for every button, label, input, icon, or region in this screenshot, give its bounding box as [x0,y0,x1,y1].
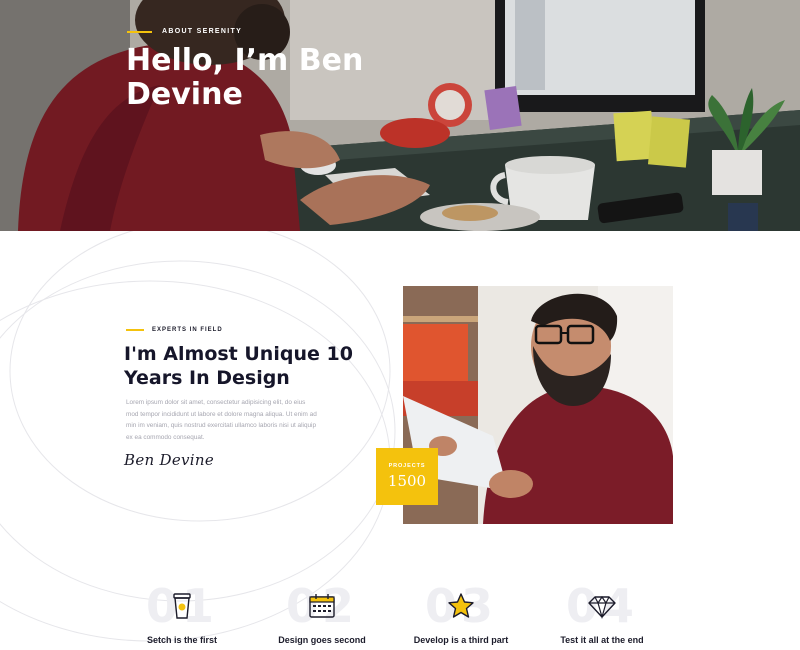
accent-line [126,329,144,331]
step-label: Develop is a third part [413,635,509,645]
step-item-1: 01 Setch is the first [117,580,247,650]
star-icon [448,593,474,618]
step-item-4: 04 Test it all at the end [537,580,667,650]
portrait-image [403,286,673,524]
hero-eyebrow-label: ABOUT SERENITY [162,28,243,35]
projects-label: PROJECTS [388,463,426,469]
accent-line [127,30,152,33]
signature: Ben Devine [124,451,215,469]
calendar-icon [309,594,335,618]
about-title: I'm Almost Unique 10 Years In Design [124,343,353,389]
hero-eyebrow: ABOUT SERENITY [127,28,242,35]
hero-background-photo [0,0,800,231]
projects-badge: PROJECTS 1500 [376,448,438,505]
step-item-2: 02 Design goes second [257,580,387,650]
hero-section: ABOUT SERENITY Hello, I’m Ben Devine [0,0,800,231]
hero-title: Hello, I’m Ben Devine [126,43,364,112]
about-eyebrow-label: EXPERTS IN FIELD [152,327,223,333]
step-label: Design goes second [278,635,366,645]
coffee-cup-icon [173,593,191,619]
step-item-3: 03 Develop is a third part [396,580,526,650]
diamond-icon [588,595,616,620]
about-paragraph: Lorem ipsum dolor sit amet, consectetur … [126,399,317,441]
step-label: Test it all at the end [560,635,644,645]
about-eyebrow: EXPERTS IN FIELD [126,327,223,333]
step-label: Setch is the first [146,635,218,645]
projects-count: 1500 [387,472,427,490]
portrait-photo [403,286,673,524]
